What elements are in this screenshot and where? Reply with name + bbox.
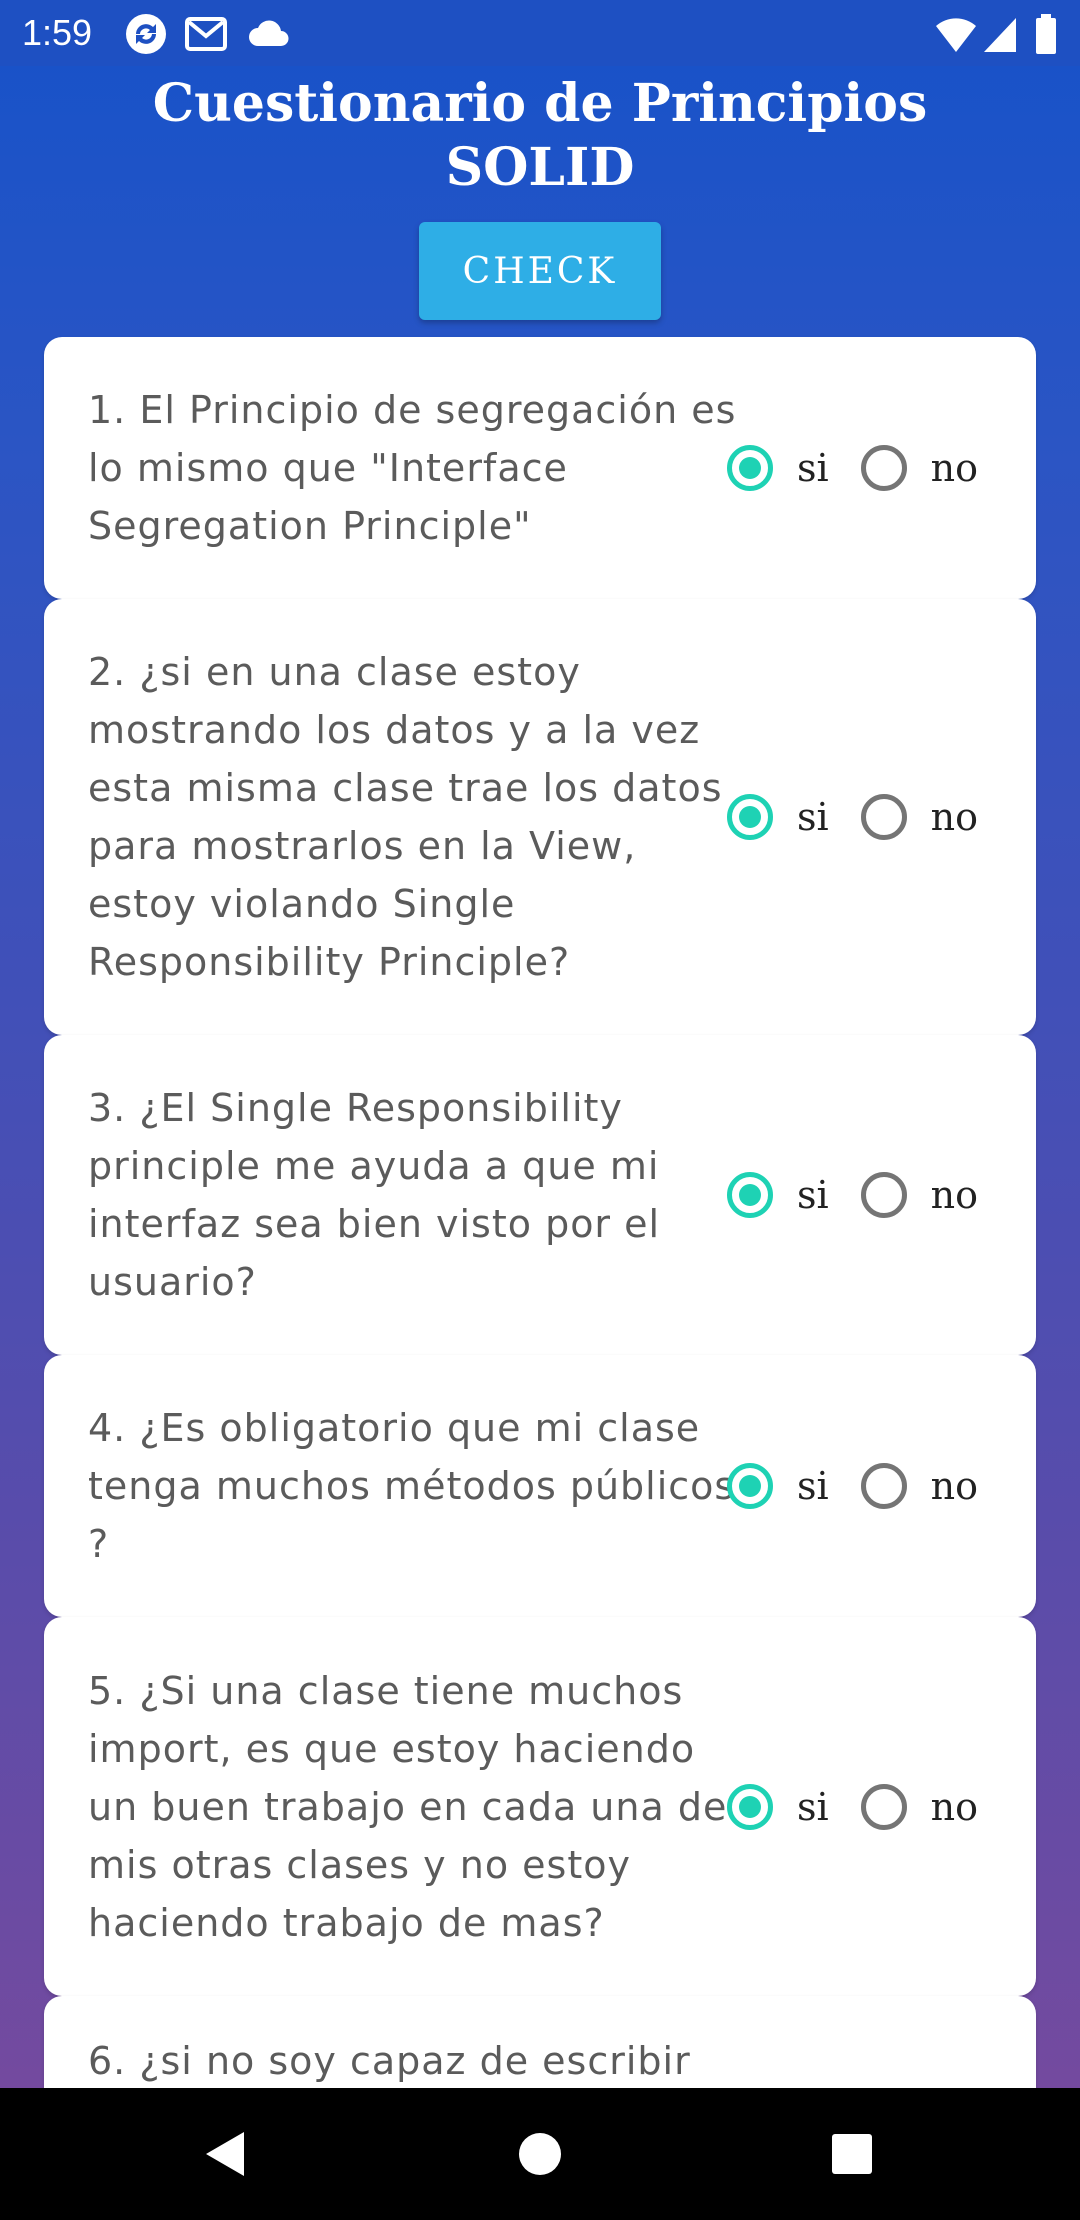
status-bar: 1:59 <box>0 0 1080 66</box>
option-no-label: no <box>930 1784 978 1829</box>
radio-si-checked-icon[interactable] <box>726 1783 773 1830</box>
question-card: 3. ¿El Single Responsibility principle m… <box>44 1035 1036 1355</box>
answer-radio-group: si no <box>726 794 978 840</box>
answer-radio-group: si no <box>726 1783 978 1830</box>
answer-radio-group: si no <box>726 1172 978 1218</box>
question-text: 6. ¿si no soy capaz de escribir <box>88 2039 691 2083</box>
radio-no-unchecked-icon[interactable] <box>860 1463 907 1509</box>
cloud-icon <box>246 12 292 60</box>
battery-icon <box>1034 12 1058 60</box>
option-si-label: si <box>796 1173 829 1217</box>
radio-no-unchecked-icon[interactable] <box>860 1783 907 1830</box>
radio-no-unchecked-icon[interactable] <box>860 445 907 491</box>
home-icon[interactable] <box>514 2128 566 2184</box>
check-button[interactable]: CHECK <box>419 222 661 320</box>
option-no[interactable]: no <box>860 1463 978 1509</box>
question-card: 4. ¿Es obligatorio que mi clase tenga mu… <box>44 1355 1036 1617</box>
option-si[interactable]: si <box>726 794 829 840</box>
option-no-label: no <box>930 795 978 839</box>
wifi-icon <box>934 12 978 60</box>
cell-signal-icon <box>982 12 1018 60</box>
question-card: 5. ¿Si una clase tiene muchos import, es… <box>44 1617 1036 1996</box>
answer-radio-group: si no <box>726 445 978 491</box>
radio-si-checked-icon[interactable] <box>726 1463 773 1509</box>
question-text: 1. El Principio de segregación es lo mis… <box>88 388 737 548</box>
question-text: 3. ¿El Single Responsibility principle m… <box>88 1086 661 1304</box>
option-no-label: no <box>930 1173 978 1217</box>
navigation-bar <box>0 2088 1080 2220</box>
option-no[interactable]: no <box>860 1783 978 1830</box>
answer-radio-group: si no <box>726 1463 978 1509</box>
recents-icon[interactable] <box>826 2128 878 2184</box>
question-card: 1. El Principio de segregación es lo mis… <box>44 337 1036 599</box>
page-title-line2: SOLID <box>445 137 635 198</box>
option-si-label: si <box>796 795 829 839</box>
question-text: 2. ¿si en una clase estoy mostrando los … <box>88 650 723 984</box>
question-card: 2. ¿si en una clase estoy mostrando los … <box>44 599 1036 1035</box>
status-time: 1:59 <box>22 12 93 53</box>
gmail-icon <box>184 12 228 60</box>
option-si-label: si <box>796 446 829 490</box>
option-no[interactable]: no <box>860 1172 978 1218</box>
option-si-label: si <box>796 1784 829 1829</box>
sync-app-icon <box>124 12 168 60</box>
option-si[interactable]: si <box>726 1783 829 1830</box>
option-si-label: si <box>796 1464 829 1508</box>
radio-si-checked-icon[interactable] <box>726 794 773 840</box>
option-no-label: no <box>930 1464 978 1508</box>
question-text: 5. ¿Si una clase tiene muchos import, es… <box>88 1668 728 1945</box>
option-si[interactable]: si <box>726 1463 829 1509</box>
page-title: Cuestionario de Principios SOLID <box>0 72 1080 200</box>
radio-no-unchecked-icon[interactable] <box>860 794 907 840</box>
page-title-line1: Cuestionario de Principios <box>152 73 928 134</box>
question-text: 4. ¿Es obligatorio que mi clase tenga mu… <box>88 1406 736 1566</box>
option-no[interactable]: no <box>860 445 978 491</box>
option-no[interactable]: no <box>860 794 978 840</box>
option-si[interactable]: si <box>726 445 829 491</box>
radio-no-unchecked-icon[interactable] <box>860 1172 907 1218</box>
back-icon[interactable] <box>200 2128 252 2184</box>
option-no-label: no <box>930 446 978 490</box>
radio-si-checked-icon[interactable] <box>726 1172 773 1218</box>
option-si[interactable]: si <box>726 1172 829 1218</box>
radio-si-checked-icon[interactable] <box>726 445 773 491</box>
